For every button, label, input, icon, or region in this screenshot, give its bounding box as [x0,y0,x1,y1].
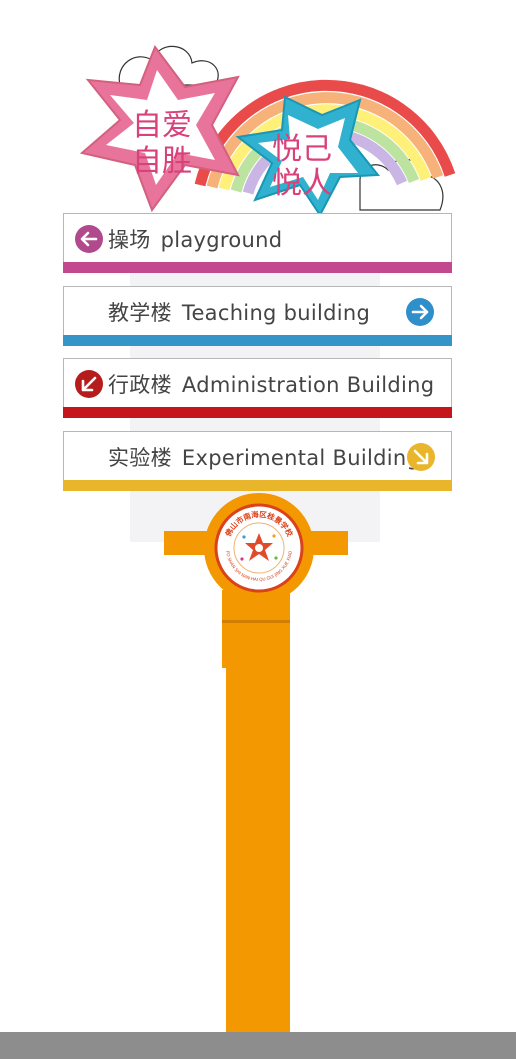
header-artwork: 自爱 自胜 悦己 悦人 [79,44,456,217]
sign-zh-label: 操场 [108,228,151,252]
sign-en-label: Experimental Building [181,446,421,470]
sign-en-label: Administration Building [181,373,435,397]
sign-zh-label: 教学楼 [108,301,172,325]
school-emblem-logo: 佛山市南海区桂景学校 FO SHAN SHI NAN HAI QU GUI JI… [214,503,304,593]
motto-left-line1: 自爱 [132,108,192,143]
arrow-down-right-icon [407,443,435,471]
arrow-right-icon [406,298,434,326]
sign-en-label: Teaching building [181,301,371,325]
sign-en-label: playground [160,228,283,252]
ground-strip [0,1032,516,1059]
sign-teaching-building: 教学楼 Teaching building [63,286,452,346]
sign-color-bar [63,407,452,418]
motto-right-line1: 悦己 [272,132,332,167]
arrow-left-icon [75,225,103,253]
sign-color-bar [63,480,452,491]
collar-seam [222,620,290,623]
sign-post [226,665,290,1035]
sign-color-bar [63,262,452,273]
sign-zh-label: 行政楼 [108,373,172,397]
motto-right-line2: 悦人 [272,166,332,201]
sign-color-bar [63,335,452,346]
sign-administration-building: 行政楼 Administration Building [63,358,452,418]
arrow-down-left-icon [75,370,103,398]
sign-experimental-building: 实验楼 Experimental Building [63,431,452,491]
sign-zh-label: 实验楼 [108,446,172,470]
motto-left-line2: 自胜 [132,144,192,179]
sign-playground: 操场 playground [63,213,452,273]
